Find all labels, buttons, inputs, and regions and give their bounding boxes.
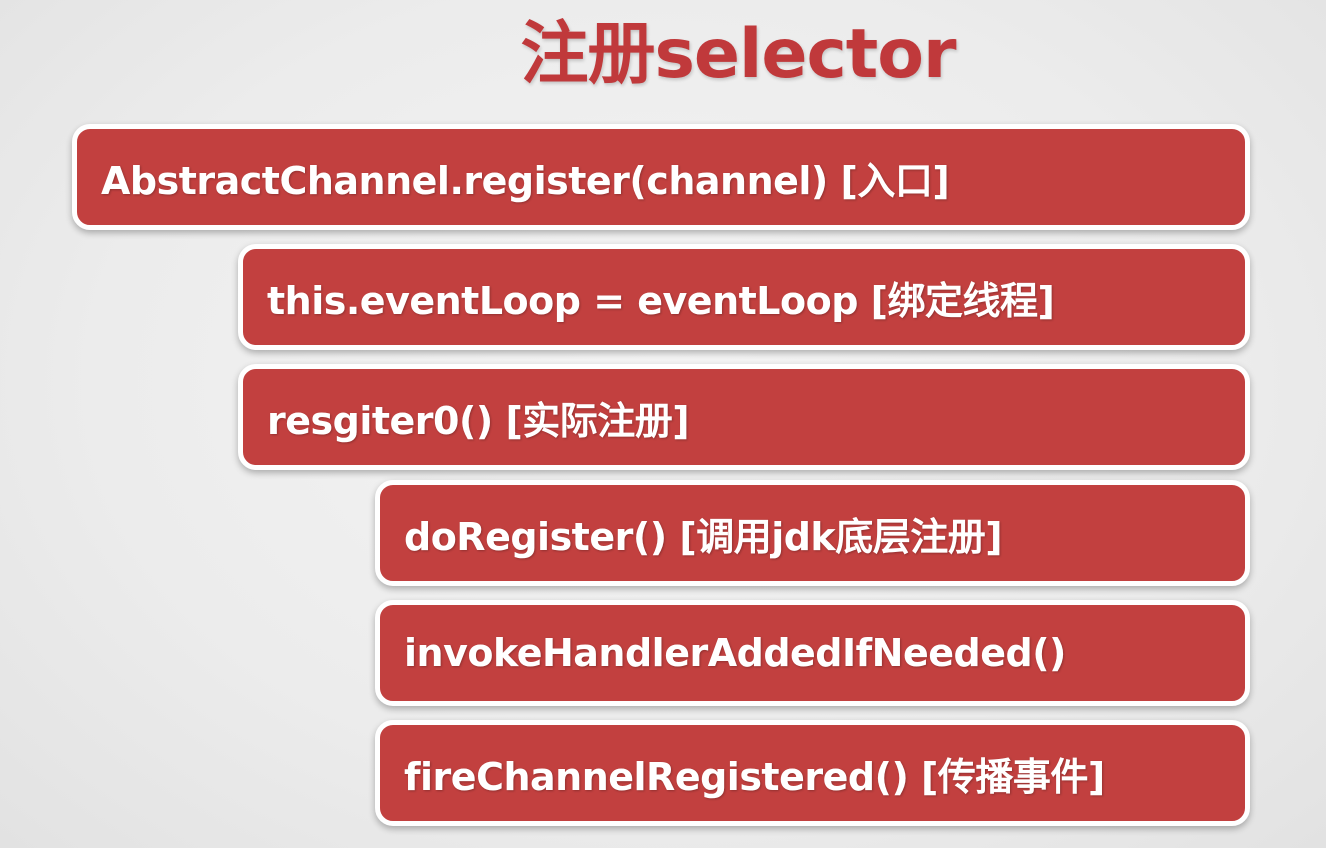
step-do-register: doRegister() [调用jdk底层注册] xyxy=(375,480,1250,586)
step-label: this.eventLoop = eventLoop [绑定线程] xyxy=(267,278,1055,323)
step-fire-channel-registered: fireChannelRegistered() [传播事件] xyxy=(375,720,1250,826)
slide-title: 注册selector xyxy=(520,15,956,94)
step-invoke-handler-added: invokeHandlerAddedIfNeeded() xyxy=(375,600,1250,706)
step-register0: resgiter0() [实际注册] xyxy=(238,364,1250,470)
step-label: doRegister() [调用jdk底层注册] xyxy=(404,514,1003,559)
step-label: fireChannelRegistered() [传播事件] xyxy=(404,754,1105,799)
step-label: AbstractChannel.register(channel) [入口] xyxy=(101,158,950,203)
step-bind-eventloop: this.eventLoop = eventLoop [绑定线程] xyxy=(238,244,1250,350)
step-label: invokeHandlerAddedIfNeeded() xyxy=(404,631,1066,675)
step-label: resgiter0() [实际注册] xyxy=(267,398,690,443)
step-register-entry: AbstractChannel.register(channel) [入口] xyxy=(72,124,1250,230)
